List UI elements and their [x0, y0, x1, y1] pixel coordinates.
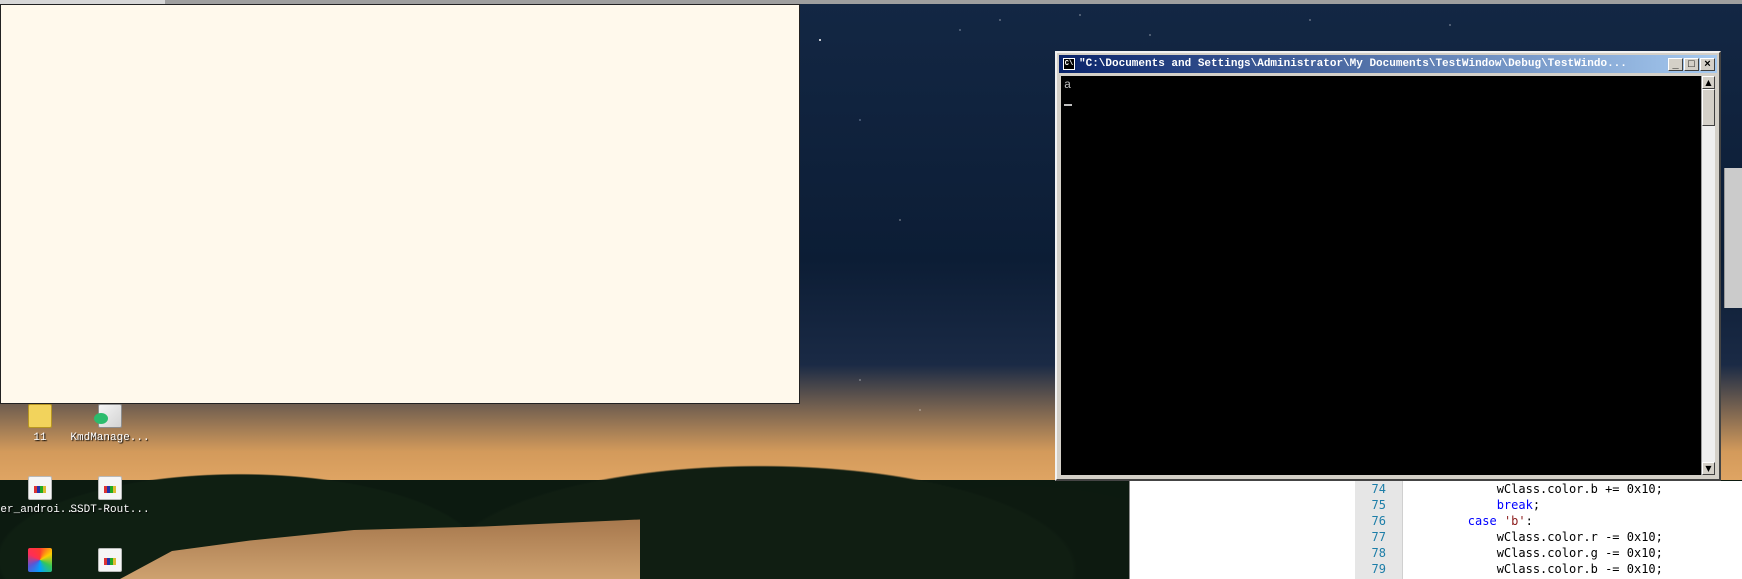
line-number: 77	[1371, 530, 1386, 544]
line-number: 79	[1371, 562, 1386, 576]
code-line: 74 wClass.color.b += 0x10;	[1372, 481, 1742, 497]
desktop-icon-label: KmdManage...	[70, 432, 150, 444]
app-icon	[94, 404, 122, 428]
code-token: break	[1496, 498, 1533, 512]
desktop-icon-label: er_androi...	[0, 504, 80, 516]
code-line: 75 break;	[1372, 497, 1742, 513]
code-text: wClass.color.b -= 0x10;	[1410, 561, 1663, 577]
code-token: 'b'	[1503, 514, 1526, 528]
line-number: 74	[1371, 482, 1386, 496]
document-icon	[28, 476, 52, 500]
desktop-icon-document[interactable]	[70, 548, 150, 576]
code-text: wClass.color.b += 0x10;	[1410, 481, 1663, 497]
line-number: 76	[1371, 514, 1386, 528]
code-token: wClass.color.r -= 0x10;	[1410, 530, 1663, 544]
desktop-icon-ssdt-route[interactable]: SSDT-Rout...	[70, 476, 150, 516]
photos-icon	[28, 548, 52, 572]
code-line: 77 wClass.color.r -= 0x10;	[1372, 529, 1742, 545]
console-title-text: "C:\Documents and Settings\Administrator…	[1079, 58, 1627, 70]
scroll-up-arrow-icon[interactable]: ▲	[1702, 76, 1715, 89]
desktop-icon-label: SSDT-Rout...	[70, 504, 150, 516]
background-panel-edge	[1724, 168, 1742, 308]
desktop-icon-photos[interactable]	[0, 548, 80, 576]
desktop-icon-label: 11	[33, 432, 47, 444]
document-icon	[98, 476, 122, 500]
line-number: 75	[1371, 498, 1386, 512]
code-text: wClass.color.g -= 0x10;	[1410, 545, 1663, 561]
code-token: ;	[1532, 498, 1541, 512]
code-line: 78 wClass.color.g -= 0x10;	[1372, 545, 1742, 561]
document-icon	[98, 548, 122, 572]
scroll-down-arrow-icon[interactable]: ▼	[1702, 462, 1715, 475]
code-text: wClass.color.r -= 0x10;	[1410, 529, 1663, 545]
console-output[interactable]: a	[1061, 76, 1705, 475]
code-text: case 'b':	[1410, 513, 1533, 529]
console-app-icon: C\	[1063, 58, 1075, 70]
line-number: 78	[1371, 546, 1386, 560]
console-title-bar[interactable]: C\ "C:\Documents and Settings\Administra…	[1059, 55, 1717, 73]
vertical-scrollbar[interactable]: ▲ ▼	[1701, 76, 1715, 475]
code-text: break;	[1410, 497, 1540, 513]
minimize-button[interactable]: _	[1668, 58, 1683, 71]
desktop-icon-er-android[interactable]: er_androi...	[0, 476, 80, 516]
console-output-text: a	[1064, 78, 1072, 92]
scroll-thumb[interactable]	[1702, 89, 1715, 126]
maximize-button[interactable]: □	[1684, 58, 1699, 71]
text-cursor	[1064, 104, 1072, 106]
code-area[interactable]: 74 wClass.color.b += 0x10; 75 break; 76 ca…	[1372, 481, 1742, 579]
code-token: wClass.color.g -= 0x10;	[1410, 546, 1663, 560]
code-token: wClass.color.b += 0x10;	[1410, 482, 1663, 496]
code-token: case	[1467, 514, 1497, 528]
code-token: :	[1525, 514, 1533, 528]
close-button[interactable]: ×	[1700, 58, 1715, 71]
console-window[interactable]: C\ "C:\Documents and Settings\Administra…	[1055, 51, 1721, 481]
code-line: 79 wClass.color.b -= 0x10;	[1372, 561, 1742, 577]
blank-window[interactable]	[0, 4, 800, 404]
code-line: 76 case 'b':	[1372, 513, 1742, 529]
code-token: wClass.color.b -= 0x10;	[1410, 562, 1663, 576]
desktop-icon-kmdmanager[interactable]: KmdManage...	[70, 404, 150, 444]
folder-icon	[28, 404, 52, 428]
desktop-icon-11[interactable]: 11	[0, 404, 80, 444]
